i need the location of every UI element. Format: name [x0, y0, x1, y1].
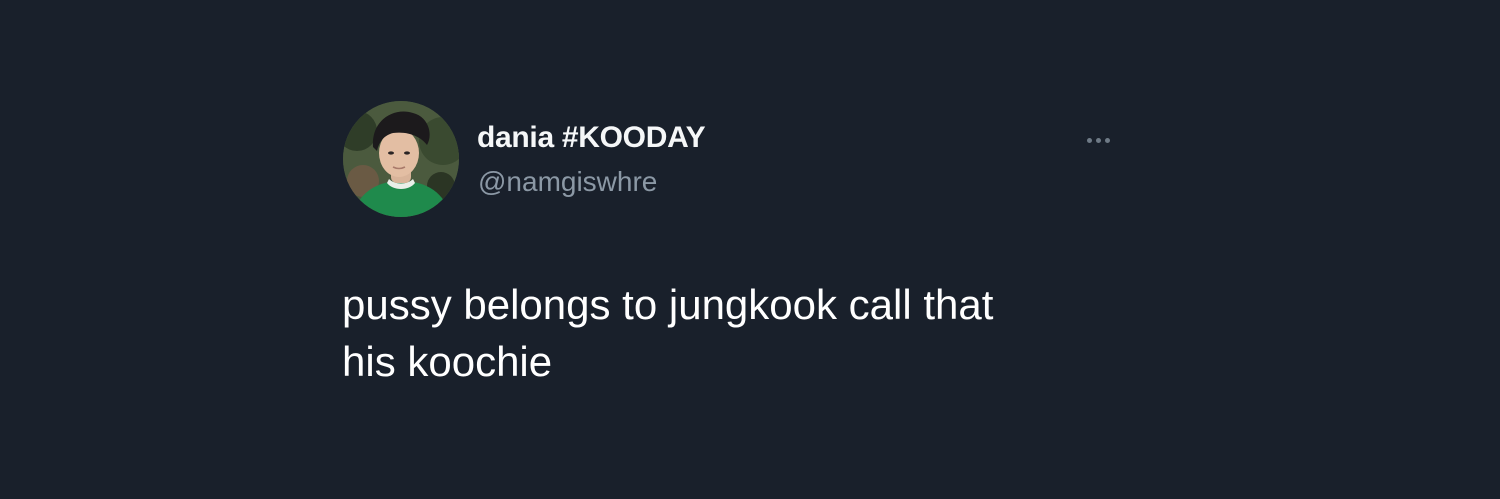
more-horizontal-icon-dot — [1095, 137, 1101, 143]
more-options-button[interactable] — [1078, 128, 1118, 152]
user-handle[interactable]: @namgiswhre — [478, 166, 657, 198]
avatar[interactable] — [343, 101, 459, 217]
more-horizontal-icon — [1086, 137, 1092, 143]
more-horizontal-icon-dot — [1104, 137, 1110, 143]
profile-photo-icon — [343, 101, 459, 217]
display-name[interactable]: dania #KOODAY — [477, 121, 706, 155]
tweet-card: dania #KOODAY @namgiswhre pussy belongs … — [0, 0, 1500, 499]
tweet-text: pussy belongs to jungkook call that his … — [342, 281, 994, 385]
